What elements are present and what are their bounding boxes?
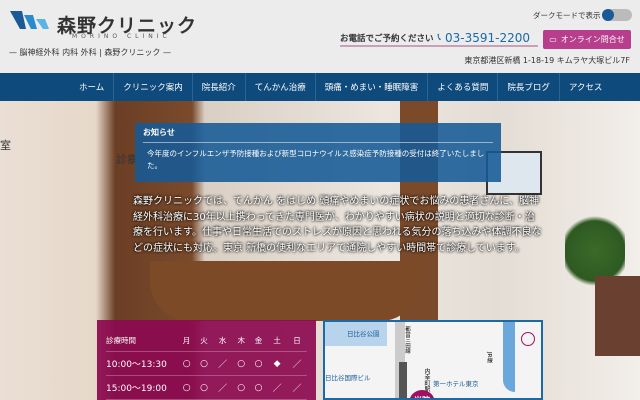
hours-header: 診療時間 xyxy=(106,330,178,352)
nav-director[interactable]: 院長紹介 xyxy=(193,73,246,101)
day: 水 xyxy=(212,330,233,352)
day: 土 xyxy=(267,330,288,352)
toggle-knob xyxy=(602,9,614,21)
online-inquiry-button[interactable]: ▭ オンライン問合せ xyxy=(543,30,631,49)
cell: ◆ xyxy=(267,351,288,376)
dark-mode-toggle[interactable] xyxy=(602,9,632,21)
hours-header-row: 診療時間月火水木金土日 xyxy=(106,330,307,352)
nav-access[interactable]: アクセス xyxy=(560,73,612,101)
hours-table: 診療時間月火水木金土日 10:00〜13:30 ○ ○ ／ ○ ○ ◆ ／ 15:00〜19:… xyxy=(97,320,316,400)
laptop-icon: ▭ xyxy=(549,35,557,44)
dark-mode-label: ダークモードで表示 xyxy=(533,11,601,20)
day: 火 xyxy=(195,330,213,352)
nav-home[interactable]: ホーム xyxy=(70,73,115,101)
cell: ／ xyxy=(287,351,307,376)
expressway xyxy=(503,322,515,392)
map-station: 内幸町駅 xyxy=(423,368,430,392)
day: 日 xyxy=(287,330,307,352)
cell: ○ xyxy=(195,351,213,376)
sofa xyxy=(595,276,640,356)
reception-counter xyxy=(150,261,420,321)
nav-clinic[interactable]: クリニック案内 xyxy=(114,73,193,101)
phone-number[interactable]: 03-3591-2200 xyxy=(445,31,530,45)
time: 10:00〜13:30 xyxy=(106,351,178,376)
access-map[interactable]: 日比谷公園 都営三田線 日比谷国際ビル 内幸町駅 第一ホテル東京 JR線 当院 xyxy=(323,320,543,400)
cell: ○ xyxy=(195,375,213,400)
cell: ○ xyxy=(249,375,268,400)
cell: ○ xyxy=(232,375,250,400)
notice-title: お知らせ xyxy=(143,127,493,143)
phone-label: お電話でご予約ください xyxy=(340,33,434,44)
nav-headache[interactable]: 頭痛・めまい・睡眠障害 xyxy=(316,73,429,101)
main-nav: ホーム クリニック案内 院長紹介 てんかん治療 頭痛・めまい・睡眠障害 よくある… xyxy=(0,73,640,101)
day: 金 xyxy=(249,330,268,352)
cell: ／ xyxy=(212,351,233,376)
logo-subtitle: — 脳神経外科 内科 外科 | 森野クリニック — xyxy=(9,48,171,57)
map-jr: JR線 xyxy=(486,352,492,363)
notice-body: 今年度のインフルエンザ予防接種および新型コロナウイルス感染症予防接種の受付は終了… xyxy=(147,149,485,170)
nav-faq[interactable]: よくある質問 xyxy=(428,73,499,101)
map-park: 日比谷公園 xyxy=(347,330,380,338)
cell: ／ xyxy=(267,375,288,400)
logo-english: MORINO CLINIC xyxy=(72,33,171,40)
hours-row: 10:00〜13:30 ○ ○ ／ ○ ○ ◆ ／ xyxy=(106,351,307,376)
map-building: 日比谷国際ビル xyxy=(325,374,371,382)
logo-icon xyxy=(10,11,49,29)
day: 木 xyxy=(232,330,250,352)
nav-blog[interactable]: 院長ブログ xyxy=(498,73,560,101)
intro-text: 森野クリニックでは、てんかん をはじめ 頭痛やめまいの症状でお悩みの患者さんに、… xyxy=(133,196,542,254)
nav-epilepsy[interactable]: てんかん治療 xyxy=(246,73,316,101)
cell: ／ xyxy=(287,375,307,400)
day: 月 xyxy=(178,330,196,352)
notice-box: お知らせ 今年度のインフルエンザ予防接種および新型コロナウイルス感染症予防接種の… xyxy=(135,123,501,182)
compass-icon xyxy=(521,332,535,346)
phone-reservation[interactable]: お電話でご予約ください 📞︎ 03-3591-2200 xyxy=(340,30,538,47)
map-hotel: 第一ホテル東京 xyxy=(433,380,479,388)
cell: ○ xyxy=(232,351,250,376)
subway-line xyxy=(399,362,407,398)
cell: ○ xyxy=(249,351,268,376)
room-sign: 室 xyxy=(0,139,11,152)
map-clinic-marker: 当院 xyxy=(409,390,435,398)
site-header: 森野クリニック MORINO CLINIC — 脳神経外科 内科 外科 | 森野… xyxy=(0,0,640,73)
online-inquiry-label: オンライン問合せ xyxy=(560,35,625,44)
hours-row: 15:00〜19:00 ○ ○ ／ ○ ○ ／／ xyxy=(106,375,307,400)
cell: ／ xyxy=(212,375,233,400)
cell: ○ xyxy=(178,351,196,376)
time: 15:00〜19:00 xyxy=(106,375,178,400)
phone-icon: 📞︎ xyxy=(437,32,442,43)
map-mita: 都営三田線 xyxy=(404,326,410,354)
cell: ○ xyxy=(178,375,196,400)
address: 東京都港区新橋 1-18-19 キムラヤ大塚ビル7F xyxy=(464,56,630,65)
